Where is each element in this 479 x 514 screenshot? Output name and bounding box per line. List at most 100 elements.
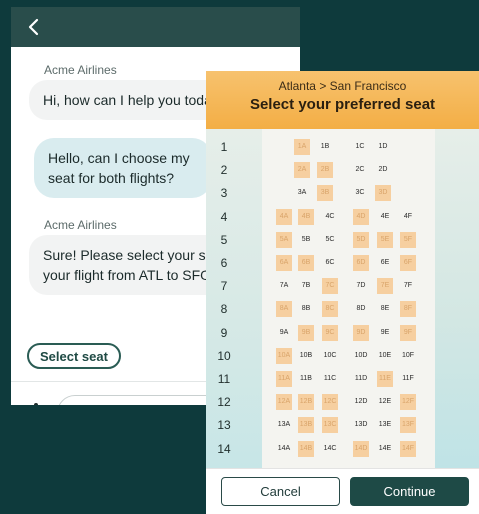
seat-8a[interactable]: 8A <box>276 301 292 318</box>
message-text-line: Hello, can I choose my <box>48 150 190 166</box>
seat-10e[interactable]: 10E <box>377 348 393 364</box>
seat-5d[interactable]: 5D <box>353 231 369 248</box>
seat-11e[interactable]: 11E <box>377 371 393 387</box>
seat-4f[interactable]: 4F <box>400 209 416 225</box>
seat-5a[interactable]: 5A <box>276 231 292 248</box>
seat-14a[interactable]: 14A <box>276 441 292 457</box>
seat-11d[interactable]: 11D <box>353 371 369 387</box>
seat-4b[interactable]: 4B <box>298 208 314 225</box>
seat-13b[interactable]: 13B <box>298 417 314 434</box>
seat-12f[interactable]: 12F <box>400 394 416 411</box>
seat-5b[interactable]: 5B <box>298 232 314 248</box>
row-number: 12 <box>217 395 231 410</box>
cancel-button[interactable]: Cancel <box>221 477 340 506</box>
seat-6c[interactable]: 6C <box>322 255 338 271</box>
back-chevron-icon[interactable] <box>23 16 45 38</box>
seat-2d[interactable]: 2D <box>375 162 391 178</box>
seat-1d[interactable]: 1D <box>375 139 391 155</box>
seat-13c[interactable]: 13C <box>322 417 338 434</box>
seat-3d[interactable]: 3D <box>375 185 391 202</box>
seat-10a[interactable]: 10A <box>276 347 292 364</box>
seat-9a[interactable]: 9A <box>276 325 292 341</box>
seat-5f[interactable]: 5F <box>400 231 416 248</box>
seat-10f[interactable]: 10F <box>400 348 416 364</box>
seat-9f[interactable]: 9F <box>400 324 416 341</box>
seat-10c[interactable]: 10C <box>322 348 338 364</box>
seat-3a[interactable]: 3A <box>294 185 310 201</box>
seat-6a[interactable]: 6A <box>276 255 292 271</box>
seat-2b[interactable]: 2B <box>317 162 333 179</box>
row-number: 13 <box>217 418 231 433</box>
seat-4c[interactable]: 4C <box>322 209 338 225</box>
row-number: 1 <box>220 140 228 154</box>
seat-8c[interactable]: 8C <box>322 301 338 318</box>
seat-12d[interactable]: 12D <box>353 394 369 410</box>
row-number: 4 <box>220 209 228 224</box>
seat-1b[interactable]: 1B <box>317 139 333 155</box>
seat-10d[interactable]: 10D <box>353 348 369 364</box>
right-wing-area <box>435 129 479 468</box>
seat-10b[interactable]: 10B <box>298 348 314 364</box>
seat-11b[interactable]: 11B <box>298 371 314 387</box>
row-number: 10 <box>217 348 231 363</box>
user-message: Hello, can I choose my seat for both fli… <box>34 138 212 198</box>
seat-13e[interactable]: 13E <box>377 417 393 433</box>
seat-2c[interactable]: 2C <box>352 162 368 178</box>
seat-7b[interactable]: 7B <box>298 278 314 294</box>
seat-14e[interactable]: 14E <box>377 441 393 457</box>
seat-11a[interactable]: 11A <box>276 371 292 387</box>
seat-7e[interactable]: 7E <box>377 278 393 295</box>
row-number: 6 <box>220 256 228 270</box>
seat-14c[interactable]: 14C <box>322 441 338 457</box>
row-number: 5 <box>220 232 228 247</box>
seat-9c[interactable]: 9C <box>322 324 338 341</box>
seat-5e[interactable]: 5E <box>377 231 393 248</box>
seat-1a[interactable]: 1A <box>294 139 310 155</box>
seat-8d[interactable]: 8D <box>353 301 369 317</box>
kebab-menu-icon[interactable] <box>31 403 41 405</box>
seat-13f[interactable]: 13F <box>400 417 416 434</box>
seat-12b[interactable]: 12B <box>298 394 314 411</box>
seat-4d[interactable]: 4D <box>353 208 369 225</box>
seat-8b[interactable]: 8B <box>298 301 314 317</box>
seat-panel-footer: Cancel Continue <box>206 468 479 514</box>
seat-7c[interactable]: 7C <box>322 278 338 295</box>
seat-8f[interactable]: 8F <box>400 301 416 318</box>
seat-6e[interactable]: 6E <box>377 255 393 271</box>
seat-6b[interactable]: 6B <box>298 255 314 271</box>
seat-11f[interactable]: 11F <box>400 371 416 387</box>
seat-14d[interactable]: 14D <box>353 440 369 457</box>
seat-4a[interactable]: 4A <box>276 208 292 225</box>
select-seat-button[interactable]: Select seat <box>27 343 121 369</box>
seat-14b[interactable]: 14B <box>298 440 314 457</box>
seat-selection-panel: Atlanta > San Francisco Select your pref… <box>206 71 479 514</box>
continue-button[interactable]: Continue <box>350 477 469 506</box>
seat-11c[interactable]: 11C <box>322 371 338 387</box>
row-number: 3 <box>220 186 228 201</box>
seat-12e[interactable]: 12E <box>377 394 393 410</box>
seat-3b[interactable]: 3B <box>317 185 333 202</box>
seat-13a[interactable]: 13A <box>276 417 292 433</box>
seat-3c[interactable]: 3C <box>352 185 368 201</box>
seat-8e[interactable]: 8E <box>377 301 393 317</box>
left-wing-area <box>206 129 262 468</box>
seat-1c[interactable]: 1C <box>352 139 368 155</box>
seat-2a[interactable]: 2A <box>294 162 310 179</box>
seat-13d[interactable]: 13D <box>353 417 369 433</box>
row-number: 8 <box>220 302 228 317</box>
seat-5c[interactable]: 5C <box>322 232 338 248</box>
seat-7f[interactable]: 7F <box>400 278 416 294</box>
seat-12a[interactable]: 12A <box>276 394 292 411</box>
seat-9b[interactable]: 9B <box>298 324 314 341</box>
message-text-line: seat for both flights? <box>48 170 175 186</box>
seat-6d[interactable]: 6D <box>353 255 369 271</box>
seat-7a[interactable]: 7A <box>276 278 292 294</box>
seat-12c[interactable]: 12C <box>322 394 338 411</box>
seat-14f[interactable]: 14F <box>400 440 416 457</box>
row-number: 9 <box>220 325 228 340</box>
seat-9d[interactable]: 9D <box>353 324 369 341</box>
seat-7d[interactable]: 7D <box>353 278 369 294</box>
seat-4e[interactable]: 4E <box>377 209 393 225</box>
seat-6f[interactable]: 6F <box>400 255 416 271</box>
seat-9e[interactable]: 9E <box>377 325 393 341</box>
